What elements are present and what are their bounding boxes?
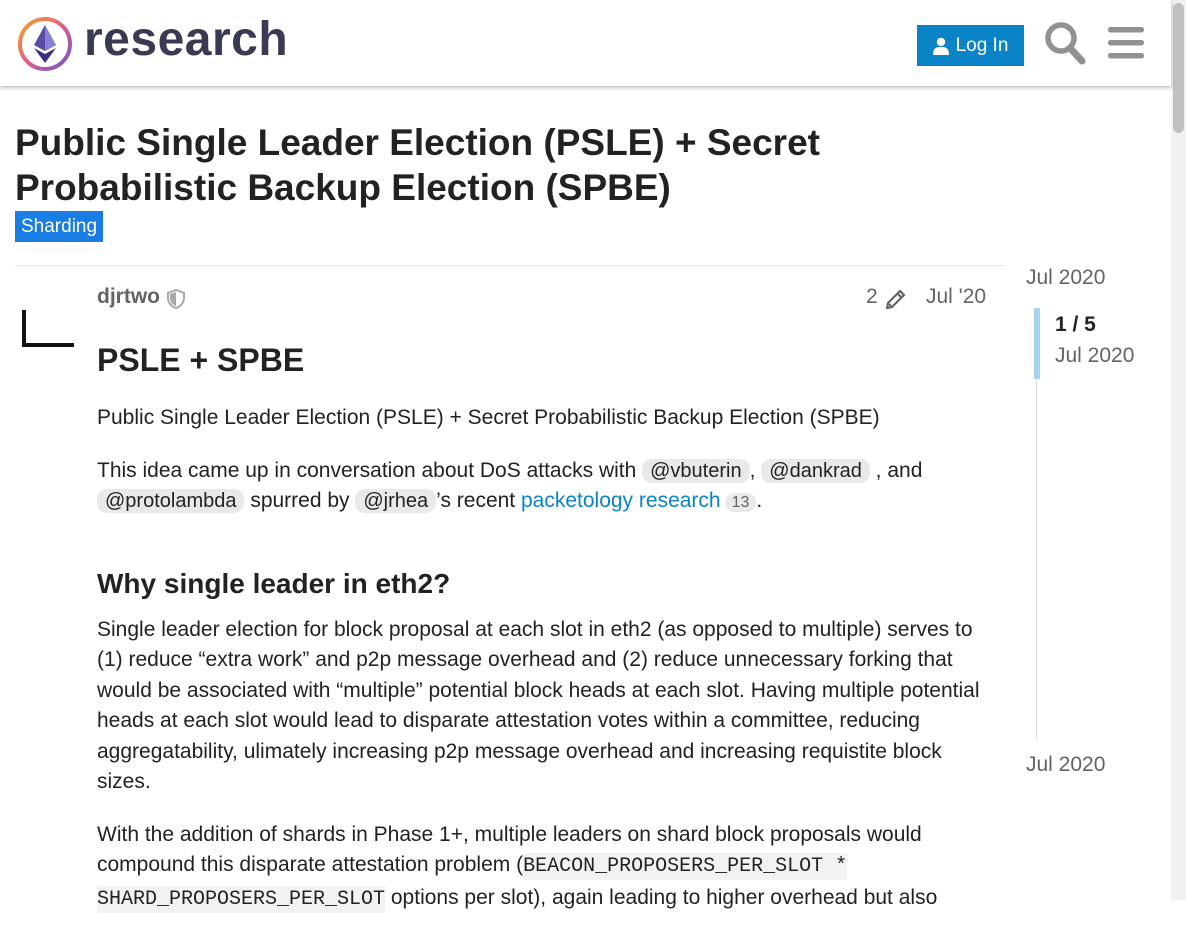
mention-vbuterin[interactable]: @vbuterin bbox=[642, 458, 750, 483]
section-heading: Why single leader in eth2? bbox=[97, 567, 451, 599]
post-subtitle: Public Single Leader Election (PSLE) + S… bbox=[97, 406, 880, 429]
category-badge[interactable]: Sharding bbox=[15, 211, 104, 242]
site-header: research Log In bbox=[0, 0, 1171, 86]
site-brand-name[interactable]: research bbox=[84, 12, 288, 67]
timeline-handle[interactable] bbox=[1034, 308, 1040, 379]
topic-title[interactable]: Public Single Leader Election (PSLE) + S… bbox=[15, 120, 975, 210]
intro-text: This idea came up in conversation about … bbox=[97, 458, 643, 482]
user-icon bbox=[932, 37, 949, 55]
post-intro: This idea came up in conversation about … bbox=[97, 456, 992, 519]
post-paragraph: Single leader election for block proposa… bbox=[97, 617, 980, 794]
post-heading: PSLE + SPBE bbox=[97, 342, 305, 378]
user-avatar[interactable] bbox=[20, 290, 78, 350]
ethereum-research-logo[interactable] bbox=[16, 15, 74, 73]
pencil-icon[interactable] bbox=[884, 287, 908, 311]
mention-jrhea[interactable]: @jrhea bbox=[355, 489, 437, 513]
login-label: Log In bbox=[955, 34, 1009, 56]
hamburger-menu-icon[interactable] bbox=[1106, 21, 1148, 65]
mention-protolambda[interactable]: @protolambda bbox=[97, 489, 245, 513]
post-date[interactable]: Jul '20 bbox=[926, 285, 986, 309]
intro-text: . bbox=[756, 489, 763, 512]
timeline-end-date[interactable]: Jul 2020 bbox=[1026, 753, 1105, 777]
title-divider bbox=[15, 265, 1005, 266]
intro-text: spurred by bbox=[244, 489, 356, 512]
paragraph-text: options per slot), again leading to high… bbox=[385, 885, 938, 909]
mention-dankrad[interactable]: @dankrad bbox=[761, 458, 870, 483]
post-username[interactable]: djrtwo bbox=[97, 285, 160, 309]
search-icon[interactable] bbox=[1044, 21, 1086, 65]
timeline-position-date: Jul 2020 bbox=[1055, 344, 1135, 367]
timeline-start-date[interactable]: Jul 2020 bbox=[1026, 266, 1105, 290]
scrollbar-thumb[interactable] bbox=[1173, 3, 1184, 133]
intro-text: ’s recent bbox=[436, 489, 521, 512]
intro-text: , and bbox=[869, 458, 923, 482]
intro-text: , bbox=[749, 458, 762, 482]
post-edit-count[interactable]: 2 bbox=[866, 285, 878, 309]
timeline-position: 1 / 5 bbox=[1055, 313, 1096, 336]
packetology-research-link[interactable]: packetology research bbox=[521, 489, 721, 512]
post-paragraph: With the addition of shards in Phase 1+,… bbox=[97, 820, 992, 916]
login-button[interactable]: Log In bbox=[917, 25, 1024, 66]
link-click-count: 13 bbox=[724, 493, 757, 512]
page-scrollbar[interactable] bbox=[1171, 0, 1186, 900]
shield-icon bbox=[167, 289, 185, 309]
post-body: PSLE + SPBE Public Single Leader Electio… bbox=[97, 338, 992, 937]
